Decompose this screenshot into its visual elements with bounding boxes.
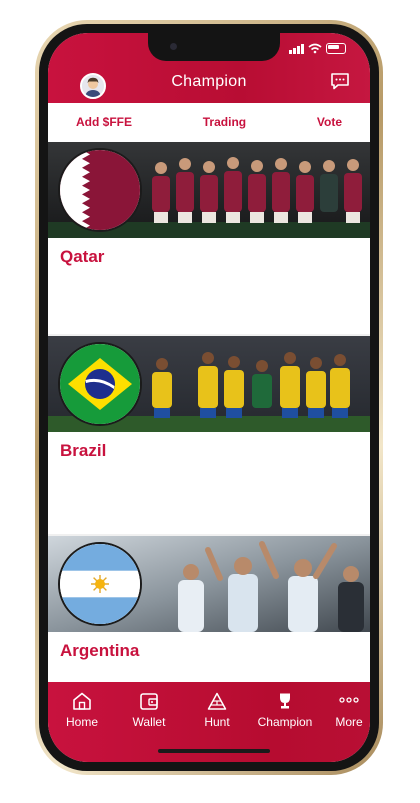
- phone-frame: Champion Add $FFE Trading Vote Qatar Bra…: [35, 20, 383, 775]
- qatar-flag-icon: [58, 148, 142, 232]
- argentina-flag-icon: [58, 542, 142, 626]
- signal-icon: [289, 44, 304, 54]
- nav-more[interactable]: More: [319, 692, 370, 729]
- team-name-brazil: Brazil: [60, 441, 107, 460]
- tab-trading[interactable]: Trading: [203, 115, 246, 129]
- team-name-argentina: Argentina: [60, 641, 140, 660]
- team-card-brazil[interactable]: Brazil: [48, 336, 370, 534]
- notch: [148, 33, 280, 61]
- team-name-qatar: Qatar: [60, 247, 105, 266]
- nav-hunt[interactable]: Hunt: [187, 692, 247, 729]
- nav-label-hunt: Hunt: [204, 715, 230, 729]
- pyramid-icon: [207, 692, 227, 710]
- trophy-icon: [280, 693, 290, 709]
- nav-label-home: Home: [65, 715, 98, 729]
- tab-bar: Add $FFE Trading Vote: [48, 103, 370, 141]
- page-title: Champion: [171, 73, 247, 90]
- bottom-nav: Home Wallet Hunt Champion More: [48, 682, 370, 762]
- wifi-icon: [308, 43, 322, 54]
- nav-champion[interactable]: Champion: [250, 692, 320, 729]
- app-header: Champion: [48, 33, 370, 103]
- phone-bezel: Champion Add $FFE Trading Vote Qatar Bra…: [39, 24, 379, 771]
- tab-vote[interactable]: Vote: [317, 115, 342, 129]
- nav-label-wallet: Wallet: [132, 715, 166, 729]
- home-icon: [73, 692, 91, 710]
- app-screen: Champion Add $FFE Trading Vote Qatar Bra…: [48, 33, 370, 762]
- home-indicator: [158, 749, 270, 753]
- brazil-flag-icon: [58, 342, 142, 426]
- tab-add-ffe[interactable]: Add $FFE: [76, 115, 132, 129]
- nav-label-champion: Champion: [257, 715, 313, 729]
- more-icon: [339, 697, 359, 703]
- chat-bubble-icon[interactable]: [330, 72, 350, 94]
- nav-label-more: More: [335, 715, 363, 729]
- camera: [170, 43, 177, 50]
- wallet-icon: [140, 693, 158, 710]
- battery-icon: [326, 43, 346, 54]
- team-card-qatar[interactable]: Qatar: [48, 142, 370, 334]
- status-bar: [289, 43, 346, 54]
- nav-wallet[interactable]: Wallet: [119, 692, 179, 729]
- nav-home[interactable]: Home: [52, 692, 112, 729]
- team-card-argentina[interactable]: Argentina: [48, 536, 370, 696]
